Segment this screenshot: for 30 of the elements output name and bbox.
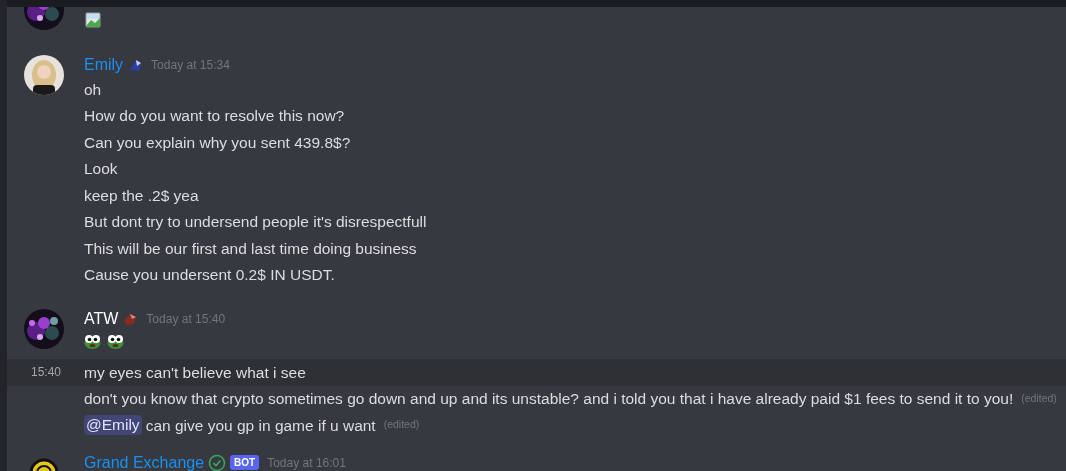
message-text: Cause you undersent 0.2$ IN USDT.	[84, 265, 335, 286]
message-text: This will be our first and last time doing business	[84, 238, 417, 259]
message-text: oh	[84, 79, 102, 100]
message-text: But dont try to undersend people it's disrespectfull	[84, 212, 427, 233]
author-name[interactable]: Grand Exchange	[84, 450, 205, 471]
edited-label: (edited)	[1021, 390, 1057, 406]
message-text: Look	[84, 159, 118, 180]
gem-icon	[122, 311, 139, 327]
bot-tag: BOT	[230, 455, 260, 470]
timestamp: Today at 16:01	[267, 454, 346, 471]
crystal-icon	[127, 57, 144, 73]
frog-emoji-icon	[84, 333, 101, 349]
frog-emoji-icon	[107, 333, 124, 349]
message-text: How do you want to resolve this now?	[84, 106, 345, 127]
user-avatar	[24, 309, 64, 349]
message-row[interactable]: 15:40 my eyes can't believe what i see	[7, 359, 1066, 386]
message-text: Can you explain why you sent 439.8$?	[84, 132, 351, 153]
edited-label: (edited)	[383, 417, 420, 433]
broken-image-icon	[85, 12, 101, 28]
timestamp: Today at 15:34	[151, 57, 230, 74]
user-avatar	[24, 55, 64, 95]
message-text: keep the .2$ yea	[84, 185, 199, 206]
mention-link[interactable]: @Emily	[84, 415, 142, 436]
author-name[interactable]: Emily	[84, 53, 124, 77]
timestamp: 15:40	[31, 364, 63, 382]
message-text: my eyes can't believe what i see	[84, 362, 306, 383]
author-name[interactable]: ATW	[84, 307, 119, 331]
timestamp: Today at 15:40	[146, 311, 226, 328]
message-text: can give you gp in game if u want	[145, 415, 376, 436]
message-text: don't you know that crypto sometimes go down and up and its unstable? and i told you that i have already paid $1 fees to send it to you!	[84, 389, 1014, 410]
